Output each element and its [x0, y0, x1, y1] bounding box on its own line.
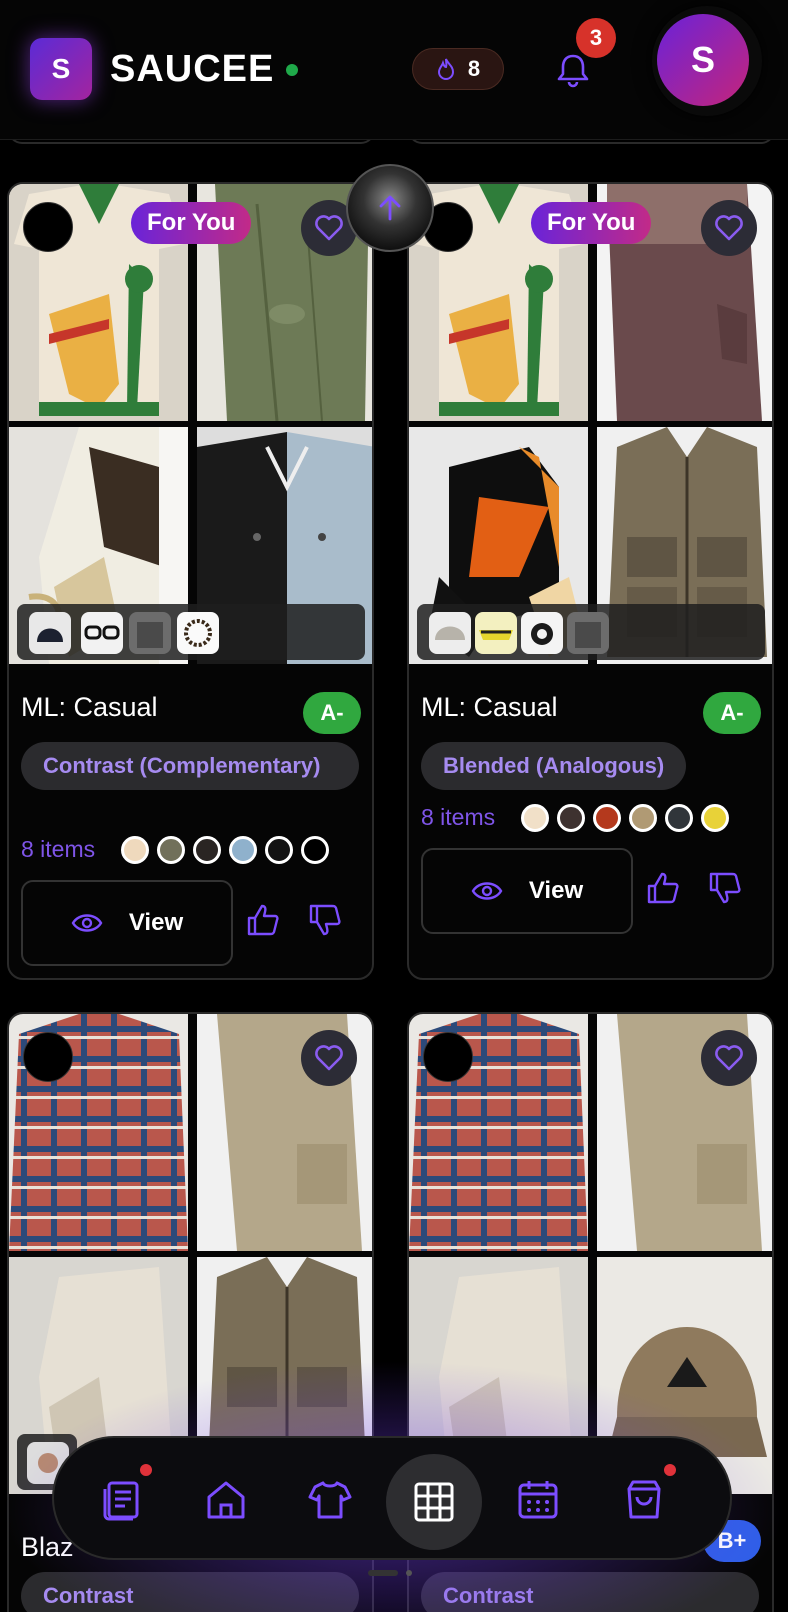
feed-icon — [103, 1481, 139, 1521]
avatar-letter: S — [690, 39, 715, 80]
color-swatch — [665, 804, 693, 832]
thumbs-up-icon[interactable] — [645, 870, 681, 906]
thumbs-down-icon[interactable] — [707, 870, 743, 906]
color-swatch — [229, 836, 257, 864]
select-checkbox[interactable] — [23, 1032, 73, 1082]
shopping-bag-icon — [627, 1480, 661, 1519]
heart-icon — [715, 1045, 743, 1071]
heart-icon — [715, 215, 743, 241]
accessories-strip — [417, 604, 765, 660]
thumbs-down-icon[interactable] — [307, 902, 343, 938]
for-you-badge: For You — [131, 202, 252, 244]
eye-icon — [471, 882, 503, 900]
view-button[interactable]: View — [421, 848, 633, 934]
accessory-thumb-bag[interactable] — [567, 612, 609, 654]
color-harmony-tag: Contrast (Complementary) — [21, 742, 359, 790]
view-button[interactable]: View — [21, 880, 233, 966]
notification-badge: 3 — [576, 18, 616, 58]
item-count: 8 items — [21, 836, 96, 862]
accessories-strip — [17, 604, 365, 660]
color-swatch — [557, 804, 585, 832]
favorite-button[interactable] — [701, 200, 757, 256]
scroll-indicator-dot — [406, 1570, 412, 1576]
nav-outfits[interactable] — [386, 1454, 482, 1550]
nav-calendar[interactable] — [506, 1468, 570, 1532]
color-harmony-tag: Blended (Analogous) — [421, 742, 687, 790]
streak-counter[interactable]: 8 — [412, 48, 504, 90]
outfit-title: ML: Casual — [421, 692, 558, 722]
color-harmony-tag: Contrast — [421, 1572, 759, 1612]
home-icon — [207, 1481, 245, 1519]
brand-name: SAUCEE — [110, 48, 275, 90]
logo-letter: S — [51, 53, 71, 84]
bottom-navigation — [52, 1436, 732, 1560]
favorite-button[interactable] — [301, 1030, 357, 1086]
calendar-icon — [518, 1481, 558, 1519]
scroll-indicator — [368, 1570, 398, 1576]
accessory-thumb-bag[interactable] — [129, 612, 171, 654]
color-swatch — [629, 804, 657, 832]
accessory-thumb-glasses[interactable] — [81, 612, 123, 654]
color-swatch — [193, 836, 221, 864]
heart-icon — [315, 215, 343, 241]
heart-icon — [315, 1045, 343, 1071]
arrow-up-icon — [379, 195, 401, 221]
favorite-button[interactable] — [701, 1030, 757, 1086]
accessory-thumb-ring[interactable] — [521, 612, 563, 654]
outfit-card[interactable]: For You ML: Casual A- Contrast (Compleme… — [7, 182, 374, 980]
outfit-card[interactable]: For You ML: Casual A- Blended (Analogous… — [407, 182, 774, 980]
select-checkbox[interactable] — [423, 1032, 473, 1082]
select-checkbox[interactable] — [23, 202, 73, 252]
online-status-dot — [286, 64, 298, 76]
nav-shop[interactable] — [612, 1468, 676, 1532]
eye-icon — [71, 914, 103, 932]
nav-home[interactable] — [194, 1468, 258, 1532]
app-header: S SAUCEE 8 3 S — [0, 0, 788, 140]
color-swatch — [521, 804, 549, 832]
color-swatch — [121, 836, 149, 864]
color-swatch — [593, 804, 621, 832]
color-swatch — [265, 836, 293, 864]
item-count: 8 items — [421, 804, 496, 830]
accessory-thumb-bracelet[interactable] — [177, 612, 219, 654]
view-label: View — [128, 909, 184, 936]
view-label: View — [528, 877, 584, 904]
color-swatch — [157, 836, 185, 864]
accessory-thumb-cap[interactable] — [429, 612, 471, 654]
shirt-icon — [308, 1481, 352, 1519]
accessory-thumb-hat[interactable] — [29, 612, 71, 654]
color-swatch — [301, 836, 329, 864]
bell-icon[interactable] — [556, 52, 590, 88]
grid-icon — [414, 1482, 454, 1522]
accessory-thumb-sunglasses[interactable] — [475, 612, 517, 654]
streak-count: 8 — [467, 56, 481, 81]
outfit-title: ML: Casual — [21, 692, 158, 722]
color-swatch — [701, 804, 729, 832]
flame-icon — [437, 58, 454, 80]
avatar[interactable]: S — [657, 14, 749, 106]
shop-notification-dot — [662, 1462, 678, 1478]
logo[interactable]: S — [30, 38, 92, 100]
grade-badge: A- — [303, 692, 361, 734]
for-you-badge: For You — [531, 202, 652, 244]
thumbs-up-icon[interactable] — [245, 902, 281, 938]
color-harmony-tag: Contrast — [21, 1572, 359, 1612]
grade-badge: A- — [703, 692, 761, 734]
feed-notification-dot — [138, 1462, 154, 1478]
scroll-to-top-button[interactable] — [346, 164, 434, 252]
nav-wardrobe[interactable] — [298, 1468, 362, 1532]
